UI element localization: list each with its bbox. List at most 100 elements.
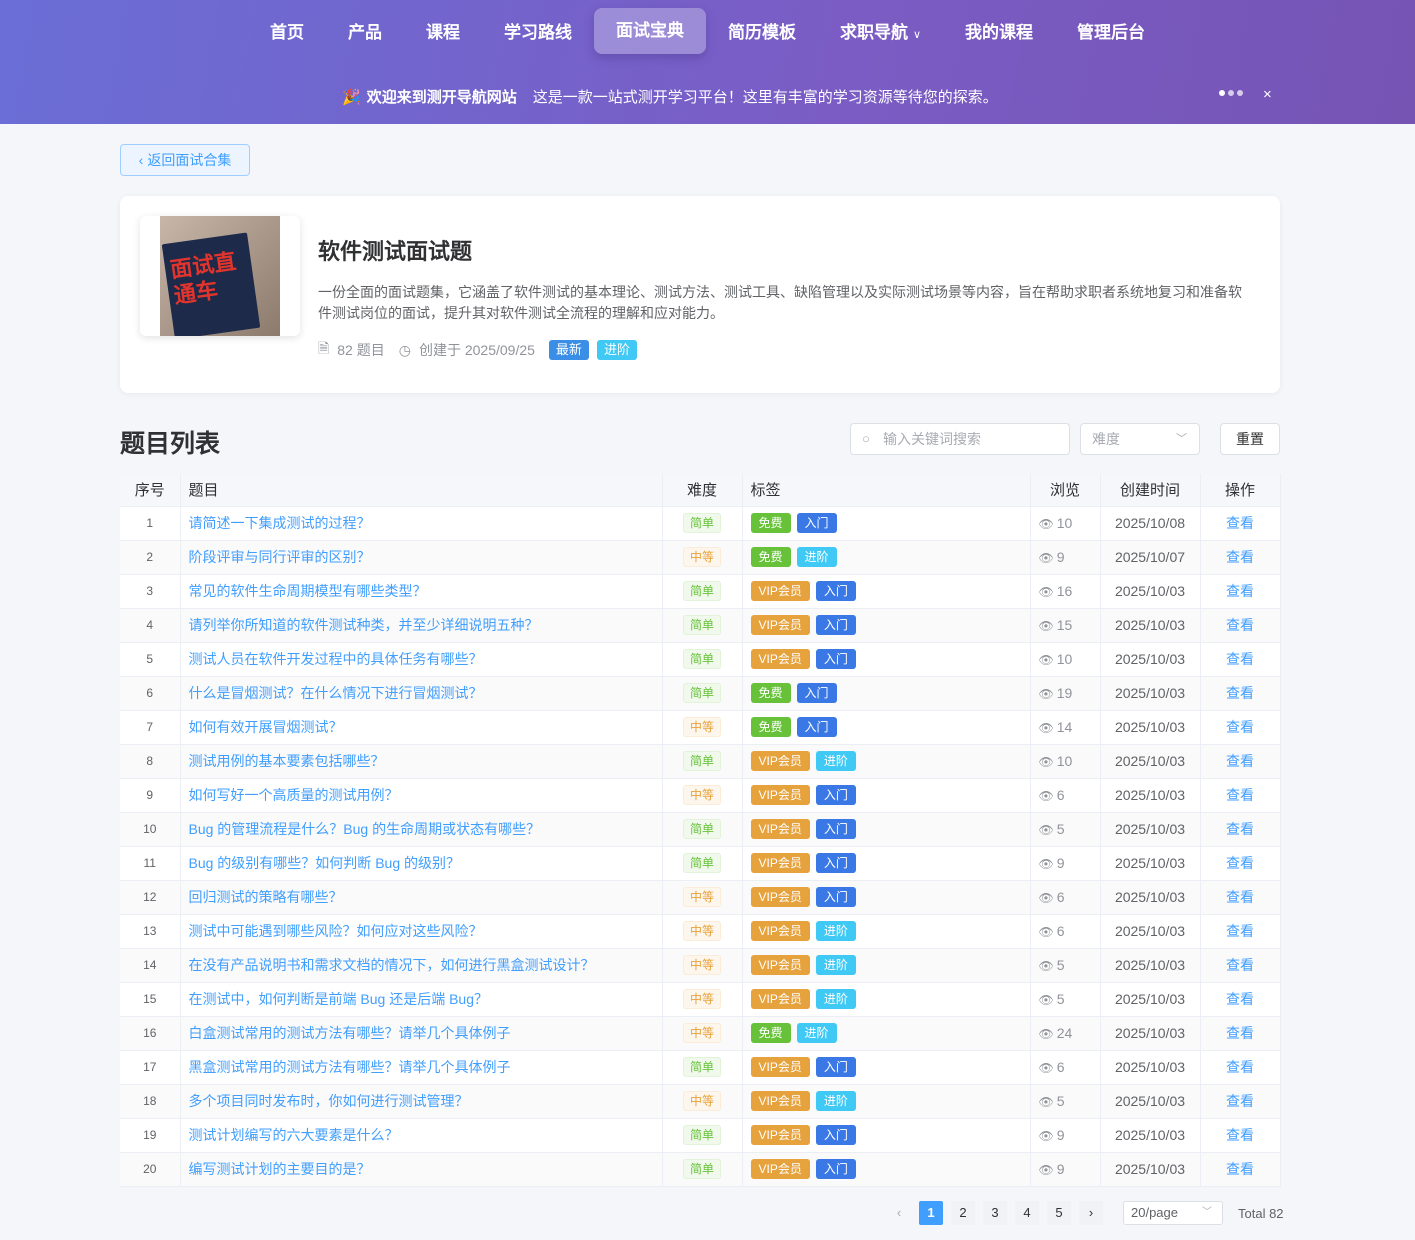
- nav-item[interactable]: 首页: [248, 8, 326, 54]
- question-link[interactable]: 测试中可能遇到哪些风险？如何应对这些风险？: [189, 923, 483, 939]
- nav-item[interactable]: 简历模板: [706, 8, 818, 54]
- view-button[interactable]: 查看: [1226, 719, 1254, 735]
- page-button[interactable]: 4: [1015, 1201, 1039, 1225]
- tag-badge: 入门: [815, 887, 856, 907]
- view-button[interactable]: 查看: [1226, 753, 1254, 769]
- view-button[interactable]: 查看: [1226, 549, 1254, 565]
- eye-icon: 👁: [1038, 789, 1054, 803]
- table-row: 15 在测试中，如何判断是前端 Bug 还是后端 Bug？ 中等 VIP会员 进阶…: [120, 982, 1281, 1017]
- tag-badge: 入门: [815, 1159, 856, 1179]
- view-button[interactable]: 查看: [1226, 923, 1254, 939]
- eye-icon: 👁: [1038, 993, 1054, 1007]
- question-link[interactable]: 在没有产品说明书和需求文档的情况下，如何进行黑盒测试设计？: [189, 957, 595, 973]
- page-button[interactable]: 5: [1047, 1201, 1071, 1225]
- nav-item[interactable]: 产品: [326, 8, 404, 54]
- question-link[interactable]: 什么是冒烟测试？在什么情况下进行冒烟测试？: [189, 685, 483, 701]
- nav-label: 简历模板: [727, 23, 796, 42]
- close-icon[interactable]: ×: [1263, 86, 1272, 103]
- tag-badge: VIP会员: [750, 1159, 810, 1179]
- view-count: 10: [1056, 515, 1073, 531]
- created-date: 2025/10/03: [1100, 778, 1201, 813]
- view-count: 6: [1056, 889, 1065, 905]
- view-button[interactable]: 查看: [1226, 1059, 1254, 1075]
- question-link[interactable]: 如何有效开展冒烟测试？: [189, 719, 343, 735]
- col-title: 题目: [180, 474, 663, 507]
- nav-item[interactable]: 求职导航 ∨: [818, 8, 943, 54]
- tag-badge: VIP会员: [750, 887, 810, 907]
- question-link[interactable]: 如何写好一个高质量的测试用例？: [189, 787, 399, 803]
- view-button[interactable]: 查看: [1226, 787, 1254, 803]
- created-date: 2025/10/03: [1100, 744, 1201, 779]
- view-button[interactable]: 查看: [1226, 1161, 1254, 1177]
- question-link[interactable]: Bug 的级别有哪些？如何判断 Bug 的级别？: [189, 855, 461, 871]
- question-link[interactable]: 白盒测试常用的测试方法有哪些？请举几个具体例子: [189, 1025, 511, 1041]
- page-button[interactable]: 2: [951, 1201, 975, 1225]
- difficulty-badge: 中等: [682, 717, 721, 737]
- search-input[interactable]: ○ 输入关键词搜索: [850, 423, 1070, 455]
- view-count: 5: [1056, 821, 1065, 837]
- view-button[interactable]: 查看: [1226, 583, 1254, 599]
- view-count: 15: [1056, 617, 1073, 633]
- nav-item[interactable]: 面试宝典: [593, 8, 706, 54]
- created-date: 2025/10/03: [1100, 880, 1201, 915]
- question-link[interactable]: 请简述一下集成测试的过程？: [189, 515, 371, 531]
- page-button[interactable]: 3: [983, 1201, 1007, 1225]
- view-button[interactable]: 查看: [1226, 957, 1254, 973]
- eye-icon: 👁: [1038, 721, 1054, 735]
- view-button[interactable]: 查看: [1226, 651, 1254, 667]
- question-link[interactable]: 请列举你所知道的软件测试种类，并至少详细说明五种？: [189, 617, 539, 633]
- question-link[interactable]: 黑盒测试常用的测试方法有哪些？请举几个具体例子: [189, 1059, 511, 1075]
- question-link[interactable]: 多个项目同时发布时，你如何进行测试管理？: [189, 1093, 469, 1109]
- prev-page-button[interactable]: ‹: [887, 1201, 911, 1225]
- reset-button[interactable]: 重置: [1220, 423, 1280, 455]
- difficulty-badge: 简单: [682, 1125, 721, 1145]
- view-button[interactable]: 查看: [1226, 855, 1254, 871]
- tag-badge: 免费: [750, 717, 791, 737]
- tag-badge: VIP会员: [750, 785, 810, 805]
- question-link[interactable]: 测试人员在软件开发过程中的具体任务有哪些？: [189, 651, 483, 667]
- row-index: 2: [120, 540, 181, 575]
- created-date: 2025/10/03: [1100, 676, 1201, 711]
- question-link[interactable]: 编写测试计划的主要目的是？: [189, 1161, 371, 1177]
- question-link[interactable]: 在测试中，如何判断是前端 Bug 还是后端 Bug？: [189, 991, 489, 1007]
- table-row: 10 Bug 的管理流程是什么？Bug 的生命周期或状态有哪些？ 简单 VIP会…: [120, 812, 1281, 847]
- tag-badge: VIP会员: [750, 581, 810, 601]
- back-button[interactable]: ‹ 返回面试合集: [120, 144, 250, 176]
- question-link[interactable]: 常见的软件生命周期模型有哪些类型？: [189, 583, 427, 599]
- nav-item[interactable]: 管理后台: [1055, 8, 1167, 54]
- view-button[interactable]: 查看: [1226, 515, 1254, 531]
- next-page-button[interactable]: ›: [1079, 1201, 1103, 1225]
- total-count: Total 82: [1238, 1206, 1284, 1221]
- chevron-left-icon: ‹: [138, 152, 144, 168]
- view-button[interactable]: 查看: [1226, 1025, 1254, 1041]
- page-button[interactable]: 1: [919, 1201, 943, 1225]
- question-link[interactable]: 测试用例的基本要素包括哪些？: [189, 753, 385, 769]
- row-index: 11: [120, 846, 181, 881]
- question-link[interactable]: 测试计划编写的六大要素是什么？: [189, 1127, 399, 1143]
- banner-carousel-dots[interactable]: [1219, 90, 1243, 96]
- created-date: 2025/10/03: [1100, 608, 1201, 643]
- eye-icon: 👁: [1038, 1027, 1054, 1041]
- view-button[interactable]: 查看: [1226, 1093, 1254, 1109]
- nav-item[interactable]: 课程: [404, 8, 482, 54]
- nav-item[interactable]: 学习路线: [482, 8, 594, 54]
- chevron-down-icon: ﹀: [1176, 433, 1187, 445]
- row-index: 13: [120, 914, 181, 949]
- welcome-banner: 🎉 欢迎来到测开导航网站 这是一款一站式测开学习平台！这里有丰富的学习资源等待您…: [342, 86, 998, 107]
- page-size-select[interactable]: 20/page ﹀: [1123, 1201, 1223, 1225]
- row-index: 5: [120, 642, 181, 677]
- view-button[interactable]: 查看: [1226, 685, 1254, 701]
- view-button[interactable]: 查看: [1226, 889, 1254, 905]
- view-count: 9: [1056, 1161, 1065, 1177]
- question-link[interactable]: Bug 的管理流程是什么？Bug 的生命周期或状态有哪些？: [189, 821, 541, 837]
- created-date: 2025/10/03: [1100, 948, 1201, 983]
- difficulty-select[interactable]: 难度 ﹀: [1080, 423, 1200, 455]
- view-button[interactable]: 查看: [1226, 991, 1254, 1007]
- view-button[interactable]: 查看: [1226, 1127, 1254, 1143]
- question-link[interactable]: 回归测试的策略有哪些？: [189, 889, 343, 905]
- view-button[interactable]: 查看: [1226, 821, 1254, 837]
- eye-icon: 👁: [1038, 619, 1054, 633]
- view-button[interactable]: 查看: [1226, 617, 1254, 633]
- nav-item[interactable]: 我的课程: [943, 8, 1055, 54]
- question-link[interactable]: 阶段评审与同行评审的区别？: [189, 549, 371, 565]
